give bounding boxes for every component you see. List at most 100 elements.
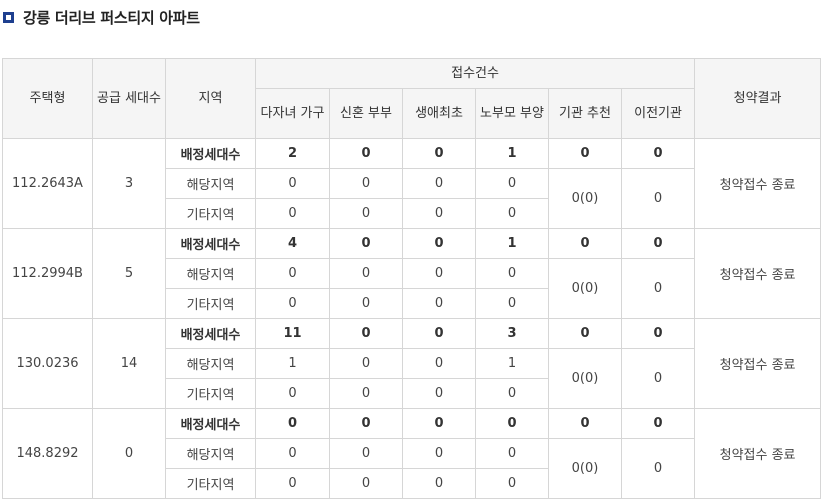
count-cell: 0 — [255, 378, 330, 409]
count-cell: 0 — [329, 348, 403, 379]
count-cell: 0 — [402, 318, 476, 349]
count-cell: 0 — [329, 198, 403, 229]
count-cell: 0 — [402, 348, 476, 379]
region-label-assigned: 배정세대수 — [165, 138, 256, 169]
count-cell: 3 — [475, 318, 549, 349]
count-cell: 1 — [475, 138, 549, 169]
count-cell: 0 — [329, 318, 403, 349]
count-cell: 0 — [329, 258, 403, 289]
region-label-other: 기타지역 — [165, 468, 256, 499]
count-cell: 0 — [475, 378, 549, 409]
region-label-assigned: 배정세대수 — [165, 318, 256, 349]
region-label-local: 해당지역 — [165, 348, 256, 379]
count-cell: 0 — [329, 228, 403, 259]
count-cell: 0 — [548, 408, 622, 439]
count-cell: 1 — [475, 348, 549, 379]
table-row: 112.2643A 3 배정세대수 2 0 0 1 0 0 청약접수 종료 — [2, 138, 822, 229]
count-cell: 0 — [329, 408, 403, 439]
subheader-first-time: 생애최초 — [402, 88, 476, 139]
count-cell: 0 — [402, 468, 476, 499]
square-bullet-icon — [3, 12, 14, 23]
count-cell: 0 — [329, 438, 403, 469]
supply-units-cell: 0 — [92, 408, 166, 499]
institution-count-cell: 0(0) — [548, 258, 622, 319]
region-label-other: 기타지역 — [165, 198, 256, 229]
subheader-institution: 기관 추천 — [548, 88, 622, 139]
count-cell: 0 — [255, 258, 330, 289]
count-cell: 0 — [255, 408, 330, 439]
supply-units-cell: 14 — [92, 318, 166, 409]
table-row: 112.2994B 5 배정세대수 4 0 0 1 0 0 청약접수 종료 — [2, 228, 822, 319]
count-cell: 0 — [402, 258, 476, 289]
count-cell: 0 — [475, 408, 549, 439]
page-title: 강릉 더리브 퍼스티지 아파트 — [23, 8, 200, 27]
result-cell: 청약접수 종료 — [694, 138, 822, 229]
result-cell: 청약접수 종료 — [694, 408, 822, 499]
header-region: 지역 — [165, 58, 256, 139]
count-cell: 0 — [255, 468, 330, 499]
count-cell: 0 — [548, 228, 622, 259]
institution-count-cell: 0(0) — [548, 438, 622, 499]
count-cell: 0 — [329, 138, 403, 169]
count-cell: 0 — [475, 168, 549, 199]
count-cell: 0 — [402, 138, 476, 169]
count-cell: 0 — [402, 228, 476, 259]
subheader-multi-child: 다자녀 가구 — [255, 88, 330, 139]
count-cell: 0 — [475, 288, 549, 319]
count-cell: 0 — [255, 438, 330, 469]
count-cell: 0 — [475, 198, 549, 229]
region-label-local: 해당지역 — [165, 168, 256, 199]
page-header: 강릉 더리브 퍼스티지 아파트 — [3, 6, 200, 28]
count-cell: 0 — [402, 408, 476, 439]
count-cell: 0 — [329, 288, 403, 319]
count-cell: 0 — [255, 198, 330, 229]
count-cell: 0 — [620, 138, 696, 169]
result-cell: 청약접수 종료 — [694, 228, 822, 319]
header-supply-units: 공급 세대수 — [92, 58, 166, 139]
relocated-count-cell: 0 — [620, 168, 696, 229]
housing-type-cell: 112.2994B — [2, 228, 93, 319]
count-cell: 0 — [548, 318, 622, 349]
housing-type-cell: 130.0236 — [2, 318, 93, 409]
count-cell: 0 — [620, 318, 696, 349]
count-cell: 0 — [402, 288, 476, 319]
count-cell: 0 — [402, 168, 476, 199]
relocated-count-cell: 0 — [620, 258, 696, 319]
count-cell: 0 — [329, 378, 403, 409]
relocated-count-cell: 0 — [620, 438, 696, 499]
count-cell: 0 — [329, 168, 403, 199]
housing-type-cell: 148.8292 — [2, 408, 93, 499]
count-cell: 0 — [402, 438, 476, 469]
count-cell: 0 — [255, 288, 330, 319]
header-housing-type: 주택형 — [2, 58, 93, 139]
supply-units-cell: 5 — [92, 228, 166, 319]
count-cell: 0 — [475, 258, 549, 289]
count-cell: 4 — [255, 228, 330, 259]
count-cell: 0 — [402, 378, 476, 409]
count-cell: 1 — [255, 348, 330, 379]
header-applications: 접수건수 — [254, 58, 696, 89]
count-cell: 0 — [548, 138, 622, 169]
housing-type-cell: 112.2643A — [2, 138, 93, 229]
count-cell: 0 — [620, 228, 696, 259]
relocated-count-cell: 0 — [620, 348, 696, 409]
application-results-table: 주택형 공급 세대수 지역 접수건수 청약결과 다자녀 가구 신혼 부부 생애최… — [2, 58, 822, 499]
subheader-elderly-parent: 노부모 부양 — [475, 88, 549, 139]
count-cell: 0 — [620, 408, 696, 439]
institution-count-cell: 0(0) — [548, 168, 622, 229]
header-result: 청약결과 — [694, 58, 822, 139]
table-row: 148.8292 0 배정세대수 0 0 0 0 0 0 청약접수 종료 — [2, 408, 822, 499]
region-label-assigned: 배정세대수 — [165, 228, 256, 259]
count-cell: 0 — [329, 468, 403, 499]
supply-units-cell: 3 — [92, 138, 166, 229]
count-cell: 11 — [255, 318, 330, 349]
count-cell: 0 — [475, 468, 549, 499]
subheader-relocated-agency: 이전기관 — [620, 88, 696, 139]
count-cell: 0 — [255, 168, 330, 199]
region-label-local: 해당지역 — [165, 258, 256, 289]
subheader-newlywed: 신혼 부부 — [329, 88, 403, 139]
region-label-other: 기타지역 — [165, 378, 256, 409]
result-cell: 청약접수 종료 — [694, 318, 822, 409]
institution-count-cell: 0(0) — [548, 348, 622, 409]
count-cell: 1 — [475, 228, 549, 259]
